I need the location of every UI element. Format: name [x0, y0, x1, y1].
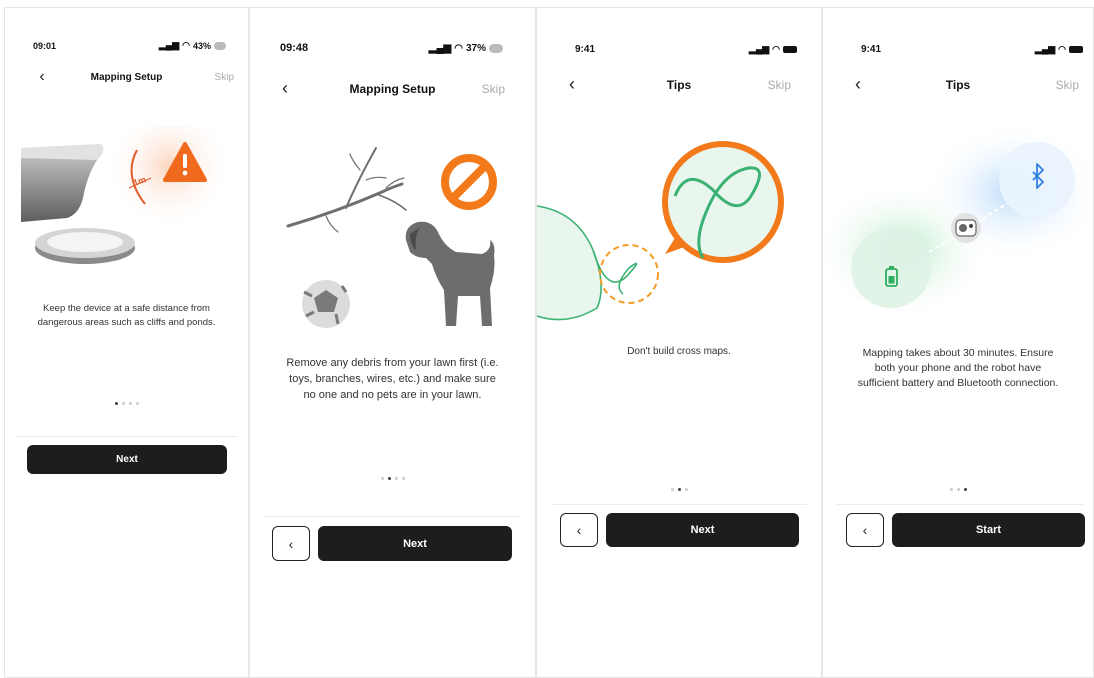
battery-icon [1069, 46, 1083, 53]
divider [264, 516, 521, 517]
instruction-text: Keep the device at a safe distance from … [37, 303, 216, 328]
no-entry-icon [441, 154, 497, 210]
page-dot [963, 488, 967, 491]
dog-icon [405, 221, 495, 326]
signal-icon: ▂▄▆ [428, 42, 452, 54]
page-dot [684, 488, 688, 491]
signal-icon: ▂▄▆ [158, 40, 180, 50]
page-indicator [823, 488, 1093, 491]
signal-icon: ▂▄▆ [1034, 44, 1056, 54]
status-bar: 9:41 ▂▄▆ ◠ [823, 44, 1093, 55]
status-time: 09:01 [33, 40, 57, 51]
nav-bar: ‹ Tips Skip [823, 74, 1093, 95]
battery-icon [214, 41, 226, 50]
status-icons: ▂▄▆ ◠ [749, 44, 797, 55]
skip-link[interactable]: Skip [1056, 78, 1079, 92]
battery-percent: 37% [465, 42, 486, 54]
back-chevron-icon: ‹ [288, 535, 294, 552]
page-dot [387, 477, 391, 480]
ball-icon [302, 280, 350, 328]
zoom-bubble [662, 141, 784, 263]
page-dot [956, 488, 960, 491]
page-dot [121, 402, 125, 405]
next-button[interactable]: Next [27, 445, 227, 474]
next-button[interactable]: Next [318, 526, 512, 561]
cross-map-illustration [537, 141, 784, 321]
instruction-text: Remove any debris from your lawn first (… [286, 357, 499, 401]
page-dot [135, 402, 139, 405]
nav-bar: ‹ Mapping Setup Skip [250, 78, 535, 99]
page-indicator [537, 488, 821, 491]
wifi-icon: ◠ [772, 44, 780, 54]
back-chevron-icon[interactable]: ‹ [272, 78, 298, 99]
back-button[interactable]: ‹ [846, 513, 884, 547]
wifi-icon: ◠ [1058, 44, 1066, 54]
divider [15, 436, 238, 437]
back-chevron-icon: ‹ [862, 522, 868, 538]
page-indicator [250, 477, 535, 480]
divider [837, 504, 1083, 505]
back-chevron-icon: ‹ [576, 522, 582, 538]
status-icons: ▂▄▆ ◠ [1035, 44, 1083, 55]
screen-tips-2: 9:41 ▂▄▆ ◠ ‹ Tips Skip Mapping takes abo… [822, 7, 1094, 678]
next-button[interactable]: Next [606, 513, 799, 547]
status-time: 9:41 [861, 44, 882, 55]
debris-illustration [286, 147, 497, 328]
page-dot [380, 477, 384, 480]
screen-tips-1: 9:41 ▂▄▆ ◠ ‹ Tips Skip Don't build cross… [536, 7, 822, 678]
page-dot [394, 477, 398, 480]
nav-bar: ‹ Tips Skip [537, 74, 821, 95]
branch-icon [286, 147, 407, 233]
page-indicator [5, 402, 248, 405]
back-button[interactable]: ‹ [560, 513, 598, 547]
wifi-icon: ◠ [182, 40, 190, 50]
battery-icon [783, 46, 797, 53]
instruction-text: Don't build cross maps. [627, 346, 731, 357]
status-time: 9:41 [575, 44, 596, 55]
start-button[interactable]: Start [892, 513, 1085, 547]
skip-link[interactable]: Skip [482, 82, 505, 96]
status-icons: ▂▄▆ ◠ 43% [159, 40, 226, 51]
cliff-pond-illustration [21, 126, 231, 264]
status-icons: ▂▄▆ ◠ 37% [429, 43, 503, 54]
skip-link[interactable]: Skip [768, 78, 791, 92]
robot-mower-icon [951, 213, 981, 243]
back-chevron-icon[interactable]: ‹ [559, 74, 585, 95]
battery-percent: 43% [192, 40, 211, 51]
page-dot [401, 477, 405, 480]
skip-link[interactable]: Skip [215, 72, 234, 83]
screen-mapping-setup-2: 09:48 ▂▄▆ ◠ 37% ‹ Mapping Setup Skip Rem… [249, 7, 536, 678]
status-time: 09:48 [280, 42, 309, 54]
page-dot [677, 488, 681, 491]
divider [551, 504, 807, 505]
instruction-text: Mapping takes about 30 minutes. Ensure b… [857, 347, 1059, 390]
page-dot [670, 488, 674, 491]
nav-bar: ‹ Mapping Setup Skip [5, 68, 248, 86]
back-button[interactable]: ‹ [272, 526, 310, 561]
page-dot [114, 402, 118, 405]
back-chevron-icon[interactable]: ‹ [845, 74, 871, 95]
status-bar: 09:48 ▂▄▆ ◠ 37% [250, 42, 535, 54]
back-chevron-icon[interactable]: ‹ [29, 68, 55, 86]
status-bar: 09:01 ▂▄▆ ◠ 43% [5, 40, 248, 51]
battery-icon [489, 43, 503, 53]
page-dot [128, 402, 132, 405]
status-bar: 9:41 ▂▄▆ ◠ [537, 44, 821, 55]
wifi-icon: ◠ [454, 42, 463, 54]
page-dot [949, 488, 953, 491]
signal-icon: ▂▄▆ [748, 44, 770, 54]
screen-mapping-setup-1: 09:01 ▂▄▆ ◠ 43% ‹ Mapping Setup Skip 1m … [4, 7, 249, 678]
connection-illustration [823, 122, 1093, 320]
